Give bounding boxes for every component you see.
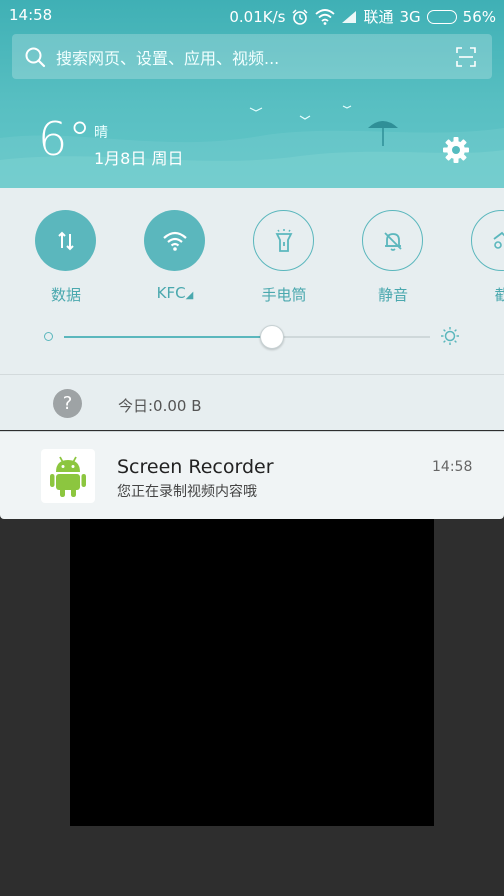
search-bar[interactable]: 搜索网页、设置、应用、视频... bbox=[12, 34, 492, 79]
brightness-slider[interactable] bbox=[44, 325, 464, 349]
header: 14:58 0.01K/s 联通 3G 56% 搜索网页、设置、应用、视频...… bbox=[0, 0, 504, 188]
notification-text: 您正在录制视频内容哦 bbox=[117, 484, 257, 500]
bell-mute-icon bbox=[362, 210, 423, 271]
battery-icon bbox=[426, 9, 457, 24]
toggle-label: 截 bbox=[494, 286, 504, 304]
toggle-screenshot[interactable]: 截 bbox=[471, 210, 504, 305]
slider-fill bbox=[64, 336, 272, 338]
wifi-icon bbox=[144, 210, 205, 271]
net-speed: 0.01K/s bbox=[229, 7, 286, 26]
scan-icon[interactable] bbox=[456, 47, 476, 67]
notification-title: Screen Recorder bbox=[117, 456, 274, 478]
carrier-name: 联通 bbox=[363, 8, 394, 26]
toggle-label: 手电筒 bbox=[261, 286, 307, 304]
status-time: 14:58 bbox=[9, 6, 53, 24]
screen-preview bbox=[70, 519, 434, 826]
data-arrows-icon bbox=[35, 210, 96, 271]
toggle-label: KFC◢ bbox=[156, 284, 194, 302]
alarm-icon bbox=[292, 8, 308, 25]
search-icon bbox=[25, 47, 46, 67]
brightness-low-icon bbox=[44, 332, 53, 341]
notification-shade: 14:58 0.01K/s 联通 3G 56% 搜索网页、设置、应用、视频...… bbox=[0, 0, 504, 896]
data-usage-row[interactable]: ? 今日:0.00 B bbox=[0, 374, 504, 430]
toggle-data[interactable]: 数据 bbox=[35, 210, 97, 305]
question-icon: ? bbox=[53, 389, 82, 418]
wifi-status-icon bbox=[315, 8, 336, 25]
toggle-mute[interactable]: 静音 bbox=[362, 210, 424, 305]
toggle-label: 静音 bbox=[377, 286, 408, 304]
gear-icon[interactable] bbox=[442, 136, 470, 164]
slider-knob[interactable] bbox=[260, 325, 284, 349]
weather-condition: 晴 bbox=[94, 125, 108, 141]
status-bar: 14:58 0.01K/s 联通 3G 56% bbox=[0, 0, 504, 30]
wifi-arrow-icon: ◢ bbox=[185, 290, 194, 301]
signal-icon bbox=[342, 10, 357, 23]
temperature: 6° bbox=[38, 112, 93, 166]
weather-date: 1月8日 周日 bbox=[94, 149, 184, 168]
battery-percent: 56% bbox=[462, 7, 496, 26]
flashlight-icon bbox=[253, 210, 314, 271]
data-usage-text: 今日:0.00 B bbox=[118, 397, 202, 415]
status-icons: 0.01K/s 联通 3G 56% bbox=[229, 6, 496, 27]
network-type: 3G bbox=[399, 7, 421, 26]
brightness-high-icon bbox=[441, 327, 459, 345]
toggle-label: 数据 bbox=[50, 286, 81, 304]
screenshot-icon bbox=[471, 210, 504, 271]
notification-card[interactable]: Screen Recorder 您正在录制视频内容哦 14:58 bbox=[0, 431, 504, 519]
quick-settings-panel: 数据 KFC◢ 手电筒 静音 截 bbox=[0, 188, 504, 374]
toggle-wifi[interactable]: KFC◢ bbox=[144, 210, 206, 302]
notification-time: 14:58 bbox=[432, 459, 473, 475]
android-icon bbox=[41, 449, 95, 503]
search-placeholder: 搜索网页、设置、应用、视频... bbox=[56, 48, 280, 68]
toggle-flashlight[interactable]: 手电筒 bbox=[253, 210, 315, 305]
